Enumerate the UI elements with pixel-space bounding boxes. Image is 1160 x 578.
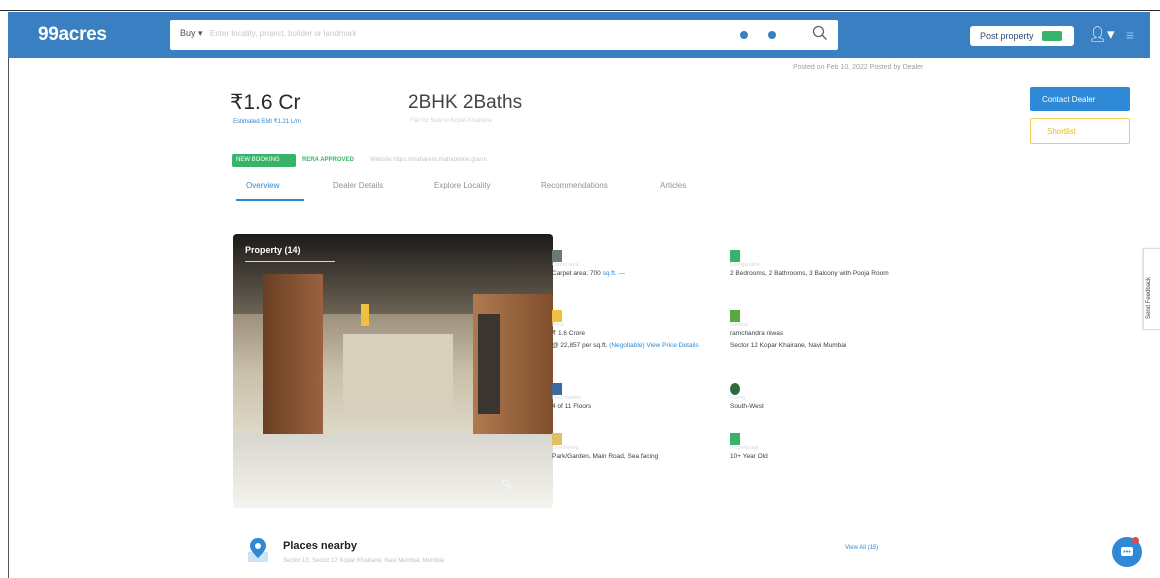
detail-floor: Floor number 4 of 11 Floors bbox=[552, 383, 742, 413]
places-nearby-title: Places nearby bbox=[283, 540, 357, 552]
detail-price: Price ₹ 1.6 Crore @ 22,857 per sq.ft. (N… bbox=[552, 310, 742, 352]
emi-link[interactable]: Estimated EMI ₹1.21 L/m bbox=[233, 118, 301, 125]
user-icon[interactable]: 👤︎▾ bbox=[1088, 25, 1115, 43]
detail-address: Address ramchandra niwas Sector 12 Kopar… bbox=[730, 310, 920, 352]
new-booking-badge: NEW BOOKING bbox=[232, 154, 296, 167]
rera-approved: RERA APPROVED bbox=[302, 157, 354, 163]
detail-configuration: Configuration 2 Bedrooms, 2 Bathrooms, 3… bbox=[730, 250, 920, 280]
property-title: 2BHK 2Baths bbox=[408, 92, 523, 113]
property-photo[interactable]: Property (14) 🔍︎ bbox=[233, 234, 553, 508]
shortlist-label: Shortlist bbox=[1047, 127, 1076, 136]
detail-value: Park/Garden, Main Road, Sea facing bbox=[552, 453, 659, 460]
property-subtitle: Flat for Sale in Kopar Khairane bbox=[410, 118, 493, 124]
price-per-sqft: @ 22,857 per sq.ft. (Negotiable) View Pr… bbox=[552, 342, 699, 349]
detail-value: South-West bbox=[730, 403, 764, 410]
detail-property-age: Property age 10+ Year Old bbox=[730, 433, 920, 463]
detail-value: ramchandra niwas bbox=[730, 330, 784, 337]
photo-label-underline bbox=[245, 261, 335, 262]
map-pin-icon bbox=[248, 538, 268, 562]
calendar-icon bbox=[730, 433, 740, 445]
detail-carpet-area: Carpet area Carpet area: 700 sq.ft. — bbox=[552, 250, 742, 280]
places-nearby-card bbox=[233, 527, 893, 578]
notification-dot bbox=[1132, 537, 1139, 544]
page-edge bbox=[8, 58, 9, 578]
bed-icon bbox=[730, 250, 740, 262]
contact-dealer-button[interactable]: Contact Dealer bbox=[1030, 87, 1130, 111]
detail-value: ₹ 1.6 Crore bbox=[552, 330, 586, 337]
tab-dealer-details[interactable]: Dealer Details bbox=[333, 181, 383, 190]
location-icon[interactable] bbox=[740, 31, 748, 39]
tab-articles[interactable]: Articles bbox=[660, 181, 686, 190]
price-icon bbox=[552, 310, 562, 322]
photo-door bbox=[478, 314, 500, 414]
feedback-tab[interactable]: Send Feedback bbox=[1143, 248, 1160, 330]
post-property-label: Post property bbox=[980, 31, 1034, 41]
mic-icon[interactable] bbox=[768, 31, 776, 39]
sqft-unit-dropdown[interactable]: sq.ft. — bbox=[603, 270, 625, 277]
hamburger-menu-icon[interactable]: ≡ bbox=[1126, 27, 1134, 43]
view-all-link[interactable]: View All (15) bbox=[845, 545, 878, 551]
photo-corridor bbox=[343, 334, 453, 414]
search-icon[interactable] bbox=[812, 25, 828, 41]
rera-website[interactable]: Website https://maharera.mahaonline.gov.… bbox=[370, 157, 487, 163]
active-tab-indicator bbox=[236, 199, 304, 201]
building-icon bbox=[730, 310, 740, 322]
detail-value: Carpet area: 700 sq.ft. — bbox=[552, 270, 625, 277]
tab-explore-locality[interactable]: Explore Locality bbox=[434, 181, 490, 190]
floor-icon bbox=[552, 383, 562, 395]
detail-value: 10+ Year Old bbox=[730, 453, 768, 460]
top-header: 99acres Buy ▾ Enter locality, project, b… bbox=[8, 12, 1150, 58]
detail-overlooking: Overlooking Park/Garden, Main Road, Sea … bbox=[552, 433, 742, 463]
feedback-label: Send Feedback bbox=[1146, 276, 1152, 319]
contact-dealer-label: Contact Dealer bbox=[1042, 95, 1096, 104]
photo-lamp bbox=[361, 304, 369, 326]
search-input[interactable]: Enter locality, project, builder or land… bbox=[210, 29, 357, 38]
shortlist-button[interactable]: Shortlist bbox=[1030, 118, 1130, 144]
photo-floor bbox=[233, 434, 553, 508]
locality-value: Sector 12 Kopar Khairane, Navi Mumbai bbox=[730, 342, 847, 349]
view-price-details-link[interactable]: (Negotiable) View Price Details bbox=[609, 342, 698, 349]
scan-line bbox=[0, 10, 1160, 11]
detail-value: 4 of 11 Floors bbox=[552, 403, 592, 410]
window-icon bbox=[552, 433, 562, 445]
compass-icon bbox=[730, 383, 740, 395]
zoom-icon[interactable]: 🔍︎ bbox=[501, 479, 515, 493]
badge-label: NEW BOOKING bbox=[236, 157, 280, 163]
search-bar[interactable]: Buy ▾ Enter locality, project, builder o… bbox=[170, 20, 838, 50]
area-icon bbox=[552, 250, 562, 262]
tab-recommendations[interactable]: Recommendations bbox=[541, 181, 608, 190]
detail-facing: Facing South-West bbox=[730, 383, 920, 413]
logo[interactable]: 99acres bbox=[38, 24, 107, 46]
search-type-dropdown[interactable]: Buy ▾ bbox=[180, 28, 203, 39]
post-property-button[interactable]: Post property bbox=[970, 26, 1074, 46]
free-badge bbox=[1042, 31, 1062, 41]
detail-value: 2 Bedrooms, 2 Bathrooms, 3 Balcony with … bbox=[730, 270, 889, 277]
tab-overview[interactable]: Overview bbox=[246, 181, 279, 190]
price: ₹1.6 Cr bbox=[230, 91, 301, 114]
places-nearby-address: Sector 12, Sector 12 Kopar Khairane, Nav… bbox=[283, 558, 445, 564]
posted-info: Posted on Feb 10, 2022 Posted by Dealer bbox=[793, 64, 924, 71]
photo-count-label: Property (14) bbox=[245, 245, 301, 255]
